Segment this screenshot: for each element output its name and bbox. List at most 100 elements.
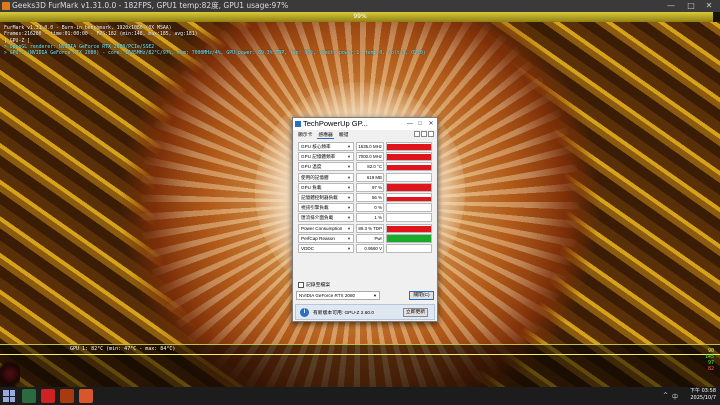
sensor-graph xyxy=(386,182,432,192)
title-bar[interactable]: Geeks3D FurMark v1.31.0.0 - 182FPS, GPU1… xyxy=(0,0,720,12)
chevron-down-icon[interactable]: ▼ xyxy=(347,184,351,191)
sensor-graph xyxy=(386,142,432,151)
sensor-name[interactable]: VDDC xyxy=(298,243,354,253)
sensor-graph xyxy=(386,162,432,172)
camera-icon[interactable] xyxy=(414,131,420,137)
gpuz-title-bar[interactable]: TechPowerUp GP... — □ ✕ xyxy=(293,118,437,130)
gpuz-close-dialog-button[interactable]: 關閉(C) xyxy=(409,291,434,300)
close-button[interactable]: ✕ xyxy=(700,0,718,12)
chevron-down-icon[interactable]: ▼ xyxy=(347,245,351,252)
gpuz-minimize-button[interactable]: — xyxy=(405,119,415,129)
chevron-down-icon[interactable]: ▼ xyxy=(347,194,351,201)
sensor-value: Pwr xyxy=(356,233,384,243)
clock-date: 2025/10/7 xyxy=(690,395,716,401)
taskbar-app-icon[interactable] xyxy=(60,389,74,403)
update-now-button[interactable]: 立即更新 xyxy=(403,308,428,317)
sensor-name[interactable]: 視訊引擎負載 xyxy=(298,203,354,213)
temperature-line xyxy=(0,354,720,355)
taskbar-app-icon[interactable] xyxy=(79,389,93,403)
refresh-icon[interactable] xyxy=(421,131,427,137)
update-text: 有新版本可用: GPU-Z 2.60.0 xyxy=(313,311,375,316)
chevron-down-icon[interactable]: ▼ xyxy=(347,204,351,211)
sensor-name[interactable]: Power Consumption xyxy=(298,223,354,233)
temp-value: 82 xyxy=(707,366,714,372)
sensor-name[interactable]: GPU 溫度 xyxy=(298,162,354,172)
tab-sensors[interactable]: 感應器 xyxy=(317,131,334,139)
start-button[interactable] xyxy=(3,390,15,402)
chevron-down-icon[interactable]: ▼ xyxy=(347,174,351,181)
chevron-down-icon[interactable]: ▼ xyxy=(347,214,351,221)
maximize-button[interactable]: □ xyxy=(682,0,700,12)
log-label: 記錄至檔案 xyxy=(306,283,330,288)
sensor-name[interactable]: 使用的記憶體 xyxy=(298,172,354,182)
gpuz-close-button[interactable]: ✕ xyxy=(426,119,436,129)
minimize-button[interactable]: — xyxy=(662,0,680,12)
log-checkbox[interactable] xyxy=(298,281,304,288)
progress-label: 99% xyxy=(353,13,367,20)
sensor-name[interactable]: GPU 記憶體頻率 xyxy=(298,152,354,162)
device-select-value: NVIDIA GeForce RTX 2080 xyxy=(299,293,356,298)
system-tray[interactable]: ^ 中 xyxy=(663,392,678,401)
sensor-row: 視訊引擎負載 ▼ 0 % xyxy=(298,203,432,213)
taskbar-app-icon[interactable] xyxy=(41,389,55,403)
sensor-row: 匯流排介面負載 ▼ 1 % xyxy=(298,213,432,223)
sensor-row: GPU 負載 ▼ 97 % xyxy=(298,182,432,193)
sensor-value: 0.9560 V xyxy=(356,243,384,253)
chevron-down-icon[interactable]: ▼ xyxy=(347,235,351,242)
chevron-down-icon: ▼ xyxy=(373,293,377,298)
info-icon: i xyxy=(300,308,309,317)
sensor-graph xyxy=(386,192,432,202)
gpuz-maximize-button[interactable]: □ xyxy=(415,119,425,129)
sensor-row: PerfCap Reason ▼ Pwr xyxy=(298,233,432,244)
sensor-row: Power Consumption ▼ 89.3 % TDP xyxy=(298,223,432,234)
sensor-graph xyxy=(386,223,432,233)
sensor-value: 56 % xyxy=(356,192,384,202)
gpuz-window[interactable]: TechPowerUp GP... — □ ✕ 顯示卡 感應器 驗證 GPU 核… xyxy=(292,117,438,322)
sensor-row: VDDC ▼ 0.9560 V xyxy=(298,243,432,254)
chevron-down-icon[interactable]: ▼ xyxy=(347,225,351,232)
taskbar-app-icon[interactable] xyxy=(22,389,36,403)
language-indicator[interactable]: 中 xyxy=(672,392,678,401)
chevron-down-icon[interactable]: ▼ xyxy=(347,143,351,150)
sensor-value: 89.3 % TDP xyxy=(356,223,384,233)
sensor-row: GPU 記憶體頻率 ▼ 7000.0 MHz xyxy=(298,152,432,162)
sensor-row: 使用的記憶體 ▼ 619 MB xyxy=(298,172,432,183)
chevron-down-icon[interactable]: ▼ xyxy=(347,163,351,170)
benchmark-progress-bar: 99% xyxy=(0,12,720,22)
tab-validation[interactable]: 驗證 xyxy=(338,131,350,139)
sensor-value: 97 % xyxy=(356,182,384,192)
sensor-graph-fill xyxy=(387,225,431,232)
corner-shadow xyxy=(0,354,20,387)
sensor-value: 82.0 °C xyxy=(356,162,384,172)
update-banner: i 有新版本可用: GPU-Z 2.60.0 立即更新 xyxy=(295,304,435,320)
sensor-value: 1635.0 MHz xyxy=(356,142,384,151)
sensor-graph-fill xyxy=(387,165,431,171)
sensor-value: 0 % xyxy=(356,203,384,213)
sensor-value: 619 MB xyxy=(356,172,384,182)
temperature-label: GPU 1: 82°C (min: 47°C - max: 84°C) xyxy=(70,346,176,352)
sensor-name[interactable]: GPU 核心頻率 xyxy=(298,142,354,151)
sensor-graph xyxy=(386,172,432,182)
sensor-graph xyxy=(386,213,432,223)
sensor-name[interactable]: GPU 負載 xyxy=(298,182,354,192)
sensor-graph-fill xyxy=(387,184,431,191)
clock[interactable]: 下午 03:58 2025/10/7 xyxy=(690,388,716,402)
chevron-down-icon[interactable]: ▼ xyxy=(347,153,351,160)
temperature-values: 90 145 97 82 xyxy=(705,348,714,372)
device-select[interactable]: NVIDIA GeForce RTX 2080 ▼ xyxy=(296,291,380,300)
sensor-value: 7000.0 MHz xyxy=(356,152,384,162)
tab-graphics-card[interactable]: 顯示卡 xyxy=(297,131,313,139)
sensor-list: GPU 核心頻率 ▼ 1635.0 MHz GPU 記憶體頻率 ▼ 7000.0 MHz G… xyxy=(298,142,432,254)
sensor-graph xyxy=(386,203,432,213)
sensor-graph xyxy=(386,152,432,162)
menu-icon[interactable] xyxy=(428,131,434,137)
gpuz-title: TechPowerUp GP... xyxy=(303,119,368,128)
sensor-name[interactable]: 記憶體控制器負載 xyxy=(298,192,354,202)
sensor-row: 記憶體控制器負載 ▼ 56 % xyxy=(298,192,432,203)
sensor-value: 1 % xyxy=(356,213,384,223)
chevron-up-icon[interactable]: ^ xyxy=(663,392,668,401)
sensor-row: GPU 核心頻率 ▼ 1635.0 MHz xyxy=(298,142,432,152)
sensor-name[interactable]: PerfCap Reason xyxy=(298,233,354,243)
log-to-file[interactable]: 記錄至檔案 xyxy=(298,281,330,288)
sensor-name[interactable]: 匯流排介面負載 xyxy=(298,213,354,223)
